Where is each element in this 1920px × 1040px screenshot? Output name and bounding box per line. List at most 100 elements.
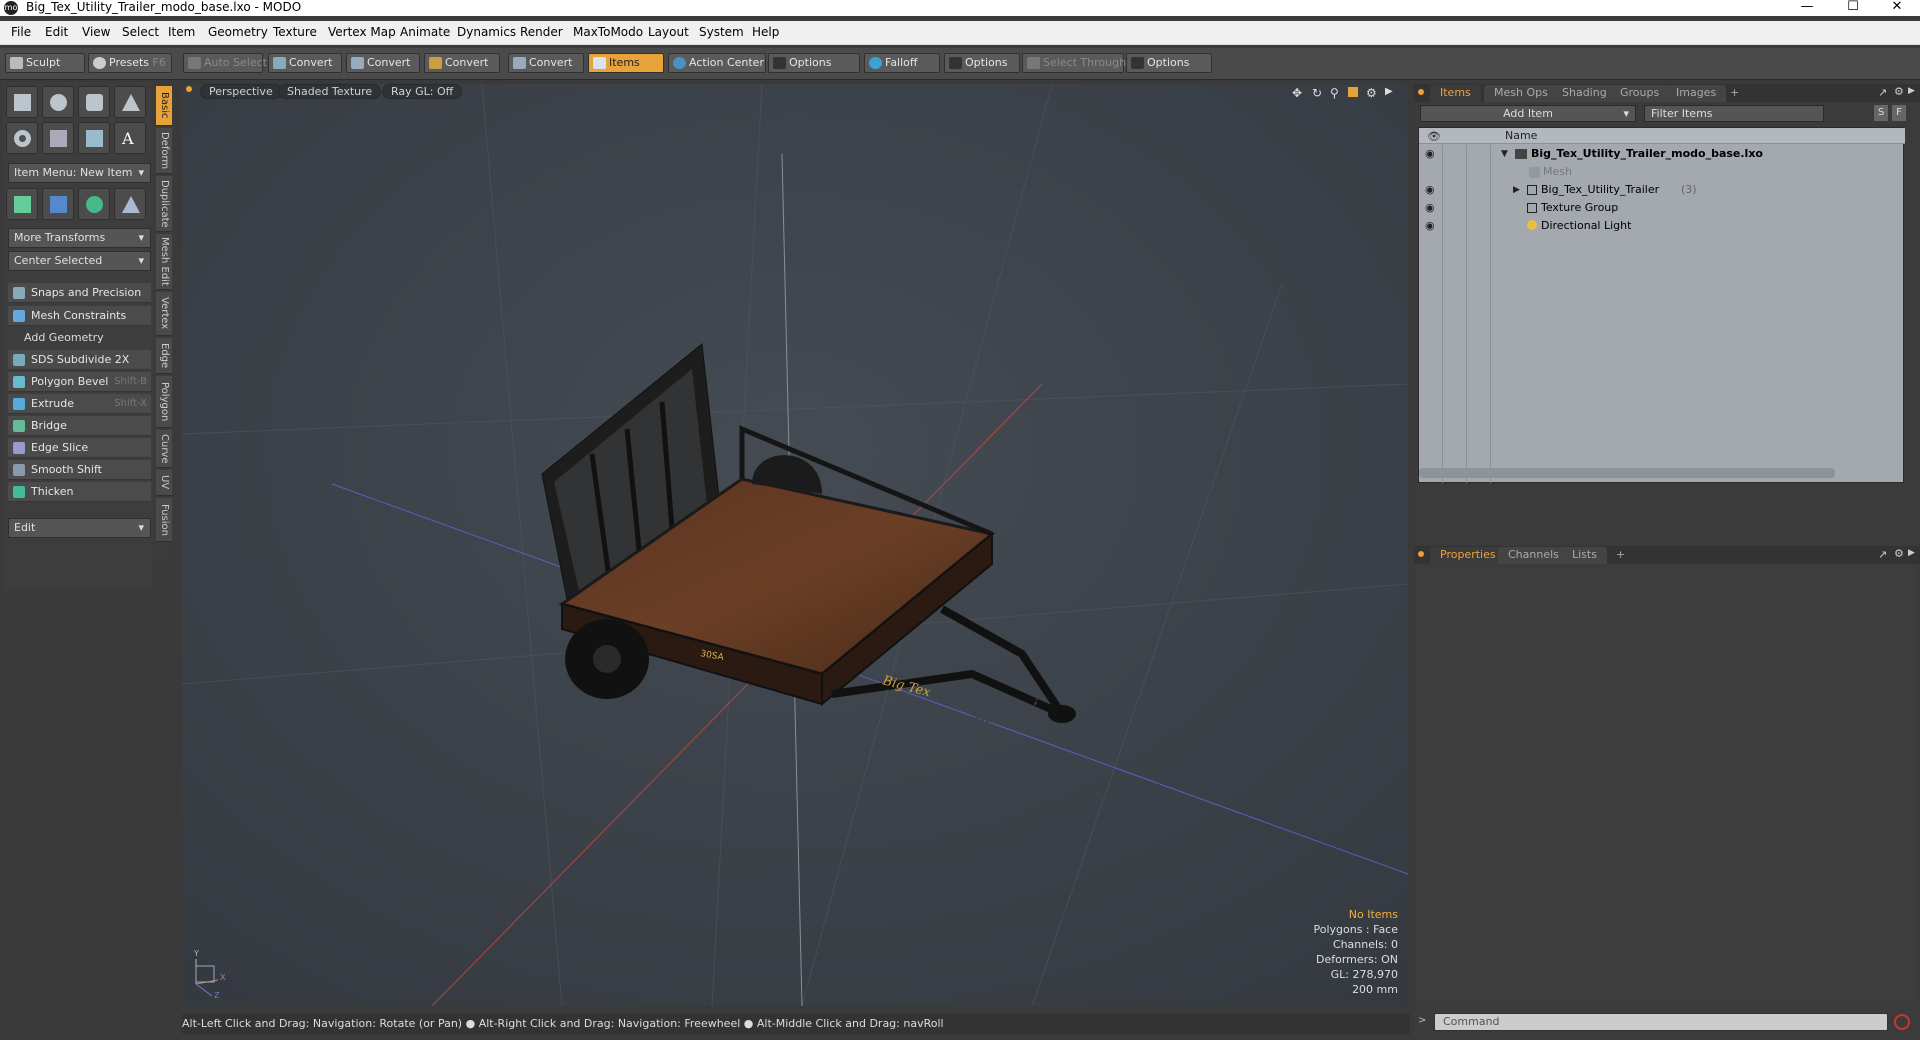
tube-tool[interactable] bbox=[42, 122, 74, 154]
list-item[interactable]: ◉ Texture Group bbox=[1419, 199, 1905, 217]
menu-select[interactable]: Select bbox=[122, 25, 159, 39]
center-selected-dropdown[interactable]: Center Selected ▾ bbox=[8, 251, 151, 271]
tab-lists[interactable]: Lists bbox=[1562, 547, 1607, 564]
pen-tool[interactable] bbox=[78, 122, 110, 154]
cone-tool[interactable] bbox=[114, 86, 146, 118]
tab-uv[interactable]: UV bbox=[156, 470, 172, 496]
transform-tool[interactable] bbox=[6, 188, 38, 220]
mesh-constraints-button[interactable]: Mesh Constraints bbox=[8, 306, 151, 326]
tab-basic[interactable]: Basic bbox=[156, 86, 172, 126]
text-tool[interactable]: A bbox=[114, 122, 146, 154]
eye-icon[interactable]: ◉ bbox=[1425, 199, 1435, 217]
chevron-right-icon[interactable]: ▶ bbox=[1908, 548, 1915, 558]
tool-extrude[interactable]: Extrude Shift-X bbox=[8, 394, 151, 414]
expand-arrow-icon[interactable]: ▼ bbox=[1501, 145, 1508, 163]
tab-images[interactable]: Images bbox=[1666, 85, 1727, 102]
tab-polygon[interactable]: Polygon bbox=[156, 376, 172, 428]
tool-smooth-shift[interactable]: Smooth Shift bbox=[8, 460, 151, 480]
convert-item-button[interactable]: Convert bbox=[508, 53, 584, 73]
menu-help[interactable]: Help bbox=[752, 25, 779, 39]
tool-thicken[interactable]: Thicken bbox=[8, 482, 151, 502]
cylinder-tool[interactable] bbox=[78, 86, 110, 118]
sculpt-button[interactable]: Sculpt bbox=[5, 53, 85, 73]
add-item-dropdown[interactable]: Add Item ▾ bbox=[1420, 105, 1636, 122]
auto-select-button[interactable]: Auto Select bbox=[183, 53, 267, 73]
expand-icon[interactable]: ↗ bbox=[1878, 548, 1887, 561]
eye-icon[interactable]: ◉ bbox=[1425, 145, 1435, 163]
tab-channels[interactable]: Channels bbox=[1498, 547, 1569, 564]
viewport-menu-icon[interactable] bbox=[186, 86, 192, 92]
close-icon[interactable]: ✕ bbox=[1874, 0, 1920, 16]
tab-duplicate[interactable]: Duplicate bbox=[156, 176, 172, 232]
perspective-button[interactable]: Perspective bbox=[200, 84, 282, 99]
chevron-right-icon[interactable]: ▶ bbox=[1908, 86, 1915, 96]
minimize-icon[interactable]: — bbox=[1784, 0, 1830, 16]
grid-tool[interactable] bbox=[42, 188, 74, 220]
tab-items[interactable]: Items bbox=[1430, 85, 1481, 102]
edit-dropdown[interactable]: Edit ▾ bbox=[8, 518, 151, 538]
expand-icon[interactable]: ↗ bbox=[1878, 86, 1887, 99]
name-column-header[interactable]: Name bbox=[1505, 129, 1537, 142]
items-mode-button[interactable]: Items bbox=[588, 53, 664, 73]
tab-mesh-ops[interactable]: Mesh Ops bbox=[1484, 85, 1558, 102]
menu-vertex-map[interactable]: Vertex Map bbox=[328, 25, 396, 39]
presets-button[interactable]: Presets F6 bbox=[88, 53, 172, 73]
menu-view[interactable]: View bbox=[82, 25, 110, 39]
fit-icon[interactable] bbox=[1348, 87, 1358, 97]
menu-system[interactable]: System bbox=[699, 25, 744, 39]
menu-edit[interactable]: Edit bbox=[45, 25, 68, 39]
eye-icon[interactable]: ◉ bbox=[1425, 181, 1435, 199]
tab-deform[interactable]: Deform bbox=[156, 128, 172, 174]
falloff-button[interactable]: Falloff bbox=[864, 53, 940, 73]
globe-tool[interactable] bbox=[78, 188, 110, 220]
gear-icon[interactable]: ⚙ bbox=[1894, 85, 1904, 98]
tab-edge[interactable]: Edge bbox=[156, 338, 172, 374]
list-item[interactable]: ◉ Directional Light bbox=[1419, 217, 1905, 235]
add-tab-button[interactable]: + bbox=[1606, 547, 1635, 564]
action-center-button[interactable]: Action Center bbox=[668, 53, 766, 73]
menu-geometry[interactable]: Geometry bbox=[208, 25, 268, 39]
convert-edge-button[interactable]: Convert bbox=[346, 53, 420, 73]
tab-shading[interactable]: Shading bbox=[1552, 85, 1617, 102]
tab-vertex[interactable]: Vertex bbox=[156, 292, 172, 336]
gear-icon[interactable]: ⚙ bbox=[1366, 86, 1377, 100]
add-geometry-section[interactable]: Add Geometry bbox=[8, 329, 151, 347]
command-input[interactable]: Command bbox=[1434, 1013, 1888, 1031]
tab-curve[interactable]: Curve bbox=[156, 430, 172, 468]
maximize-icon[interactable]: ☐ bbox=[1830, 0, 1876, 16]
rotate-icon[interactable]: ↻ bbox=[1312, 86, 1322, 100]
snaps-button[interactable]: Snaps and Precision bbox=[8, 283, 151, 303]
filter-items-input[interactable]: Filter Items bbox=[1644, 105, 1824, 122]
add-tab-button[interactable]: + bbox=[1720, 85, 1749, 102]
menu-maxtomodo[interactable]: MaxToModo bbox=[573, 25, 643, 39]
chevron-right-icon[interactable]: ▶ bbox=[1385, 86, 1393, 97]
options-button-2[interactable]: Options bbox=[944, 53, 1020, 73]
3d-viewport[interactable]: Big Tex 30SA Y X Z Perspective Shaded Te… bbox=[182, 84, 1408, 1006]
eye-icon[interactable]: ◉ bbox=[1425, 217, 1435, 235]
menu-layout[interactable]: Layout bbox=[648, 25, 689, 39]
list-item[interactable]: Mesh bbox=[1419, 163, 1905, 181]
pyramid-tool[interactable] bbox=[114, 188, 146, 220]
filter-s-button[interactable]: S bbox=[1874, 105, 1888, 121]
menu-texture[interactable]: Texture bbox=[273, 25, 317, 39]
tool-polygon-bevel[interactable]: Polygon Bevel Shift-B bbox=[8, 372, 151, 392]
sphere-tool[interactable] bbox=[42, 86, 74, 118]
shading-button[interactable]: Shaded Texture bbox=[278, 84, 382, 99]
convert-polygon-button[interactable]: Convert bbox=[424, 53, 500, 73]
panel-menu-icon[interactable] bbox=[1418, 551, 1424, 557]
menu-item[interactable]: Item bbox=[168, 25, 195, 39]
panel-menu-icon[interactable] bbox=[1418, 89, 1424, 95]
tool-bridge[interactable]: Bridge bbox=[8, 416, 151, 436]
item-menu-dropdown[interactable]: Item Menu: New Item ▾ bbox=[8, 163, 151, 183]
list-item[interactable]: ◉ ▶ Big_Tex_Utility_Trailer (3) bbox=[1419, 181, 1905, 199]
tool-edge-slice[interactable]: Edge Slice bbox=[8, 438, 151, 458]
tab-properties[interactable]: Properties bbox=[1430, 547, 1506, 564]
select-through-button[interactable]: Select Through bbox=[1022, 53, 1126, 73]
cube-tool[interactable] bbox=[6, 86, 38, 118]
record-icon[interactable] bbox=[1894, 1014, 1910, 1030]
horizontal-scrollbar[interactable] bbox=[1419, 468, 1835, 478]
more-transforms-dropdown[interactable]: More Transforms ▾ bbox=[8, 228, 151, 248]
raygl-button[interactable]: Ray GL: Off bbox=[382, 84, 463, 99]
menu-file[interactable]: File bbox=[11, 25, 31, 39]
tab-groups[interactable]: Groups bbox=[1610, 85, 1670, 102]
